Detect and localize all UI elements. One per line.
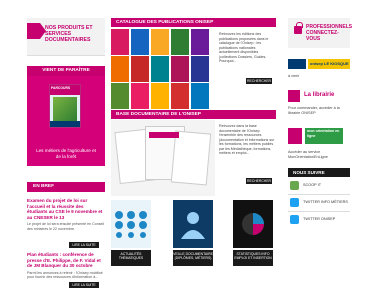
professionals-login-link[interactable]: PROFESSIONNELS CONNECTEZ-VOUS bbox=[288, 18, 353, 48]
catalogue-heading: CATALOGUE DES PUBLICATIONS ONISEP bbox=[111, 18, 276, 27]
document-thumb bbox=[170, 130, 212, 186]
products-services-link[interactable]: NOS PRODUITS ET SERVICES DOCUMENTAIRES bbox=[27, 18, 105, 56]
apps-grid-icon bbox=[115, 211, 147, 238]
arrow-tag-icon bbox=[27, 23, 46, 39]
document-header-strip bbox=[149, 132, 179, 138]
divider bbox=[288, 194, 350, 195]
mor-label: mon orientation en ligne bbox=[305, 128, 343, 144]
read-more-button[interactable]: LIRE LA SUITE bbox=[69, 242, 99, 248]
tile-label: ACTUALITÉS THÉMATIQUES bbox=[111, 250, 151, 266]
news-item: Examen du projet de loi sur l'accueil et… bbox=[27, 198, 105, 231]
librairie-text[interactable]: Pour commander, accéder à la librairie O… bbox=[288, 106, 350, 115]
divider bbox=[288, 211, 350, 212]
news-title[interactable]: Examen du projet de loi sur l'accueil et… bbox=[27, 198, 105, 220]
follow-scoopit[interactable]: SCOOP IT bbox=[288, 180, 350, 192]
librairie-label: La librairie bbox=[304, 92, 335, 98]
catalogue-search-button[interactable]: RECHERCHER bbox=[246, 78, 272, 84]
follow-twitter-metiers[interactable]: TWITTER INFO MÉTIERS bbox=[288, 197, 350, 209]
tile-image bbox=[111, 200, 151, 248]
base-documentaire-heading: BASE DOCUMENTAIRE DE L'ONISEP bbox=[111, 110, 276, 119]
tile-image bbox=[173, 200, 213, 248]
tile-actualites[interactable]: ACTUALITÉS THÉMATIQUES bbox=[111, 200, 151, 266]
base-documentaire-image[interactable] bbox=[111, 120, 215, 196]
en-bref-heading: EN BREF bbox=[27, 182, 105, 192]
librairie-icon bbox=[288, 90, 300, 102]
cover-thumb bbox=[131, 29, 149, 55]
resource-tiles: ACTUALITÉS THÉMATIQUES VEILLE DOCUMENTAI… bbox=[111, 200, 276, 266]
news-summary: Le projet de loi sera ensuite présenté e… bbox=[27, 222, 105, 231]
tile-label: STATISTIQUES INFO EMPLOI ET INSERTION bbox=[233, 250, 273, 266]
base-search-button[interactable]: RECHERCHER bbox=[246, 178, 272, 184]
cover-thumb bbox=[131, 56, 149, 82]
cover-thumb bbox=[151, 56, 169, 82]
lock-icon bbox=[294, 22, 303, 34]
tile-image bbox=[233, 200, 273, 248]
base-documentaire-description: Retrouvez dans la base documentaire de l… bbox=[219, 124, 275, 155]
cover-thumb bbox=[111, 83, 129, 109]
follow-label: TWITTER INFO MÉTIERS bbox=[303, 200, 348, 204]
nous-suivre-heading: NOUS SUIVRE bbox=[288, 168, 350, 177]
follow-label: TWITTER ONISEP bbox=[303, 217, 336, 221]
cover-thumb bbox=[191, 56, 209, 82]
cover-thumb bbox=[151, 83, 169, 109]
person-icon bbox=[181, 212, 205, 239]
catalogue-description: Retrouvez les éditions des publications … bbox=[219, 32, 269, 63]
news-title[interactable]: Plan étudiants : conférence de presse d'… bbox=[27, 252, 105, 269]
products-services-label: NOS PRODUITS ET SERVICES DOCUMENTAIRES bbox=[45, 25, 93, 44]
kiosque-logo[interactable]: onisep LE KIOSQUE bbox=[288, 58, 350, 70]
twitter-icon bbox=[290, 198, 299, 207]
cover-image bbox=[53, 97, 77, 121]
professionals-label: PROFESSIONNELS CONNECTEZ-VOUS bbox=[306, 24, 353, 42]
cover-thumb bbox=[111, 29, 129, 55]
cover-thumb bbox=[191, 83, 209, 109]
pie-chart-icon bbox=[242, 213, 264, 235]
tile-label: VEILLE DOCUMENTAIRE (DIPLÔMES, MÉTIERS) bbox=[173, 250, 213, 266]
news-summary: Parmi les annonces à retenir : l'Onisep … bbox=[27, 270, 103, 280]
librairie-logo[interactable]: La librairie bbox=[288, 90, 350, 102]
news-item: Plan étudiants : conférence de presse d'… bbox=[27, 252, 105, 280]
cover-thumb bbox=[171, 29, 189, 55]
follow-label: SCOOP IT bbox=[303, 183, 322, 187]
kiosque-label: onisep LE KIOSQUE bbox=[308, 59, 350, 69]
cover-thumb bbox=[171, 83, 189, 109]
scoopit-icon bbox=[290, 181, 299, 190]
follow-twitter-onisep[interactable]: TWITTER ONISEP bbox=[288, 214, 350, 226]
vient-de-paraitre-heading: VIENT DE PARAÎTRE bbox=[27, 66, 105, 76]
kiosque-text: à venir bbox=[288, 74, 300, 78]
onisep-logo-icon bbox=[288, 59, 306, 69]
cover-thumb bbox=[151, 29, 169, 55]
cover-thumb bbox=[191, 29, 209, 55]
new-publication-title[interactable]: Les métiers de l'agriculture et de la fo… bbox=[33, 148, 99, 159]
publication-cover[interactable] bbox=[49, 84, 81, 128]
book-title: PARCOURS bbox=[51, 86, 71, 90]
cover-thumb bbox=[171, 56, 189, 82]
read-more-button[interactable]: LIRE LA SUITE bbox=[69, 282, 99, 288]
cover-thumb bbox=[131, 83, 149, 109]
catalogue-covers-image[interactable] bbox=[111, 29, 215, 109]
tile-statistiques[interactable]: STATISTIQUES INFO EMPLOI ET INSERTION bbox=[233, 200, 273, 266]
cover-thumb bbox=[111, 56, 129, 82]
cover-band bbox=[50, 121, 80, 127]
mon-orientation-logo[interactable]: mon orientation en ligne bbox=[288, 128, 350, 146]
mor-text[interactable]: Accéder au service MonOrientationEnLigne bbox=[288, 150, 350, 159]
documentation-page: NOS PRODUITS ET SERVICES DOCUMENTAIRES V… bbox=[0, 0, 367, 290]
twitter-icon bbox=[290, 215, 299, 224]
mor-icon bbox=[288, 128, 302, 144]
tile-veille[interactable]: VEILLE DOCUMENTAIRE (DIPLÔMES, MÉTIERS) bbox=[173, 200, 213, 266]
